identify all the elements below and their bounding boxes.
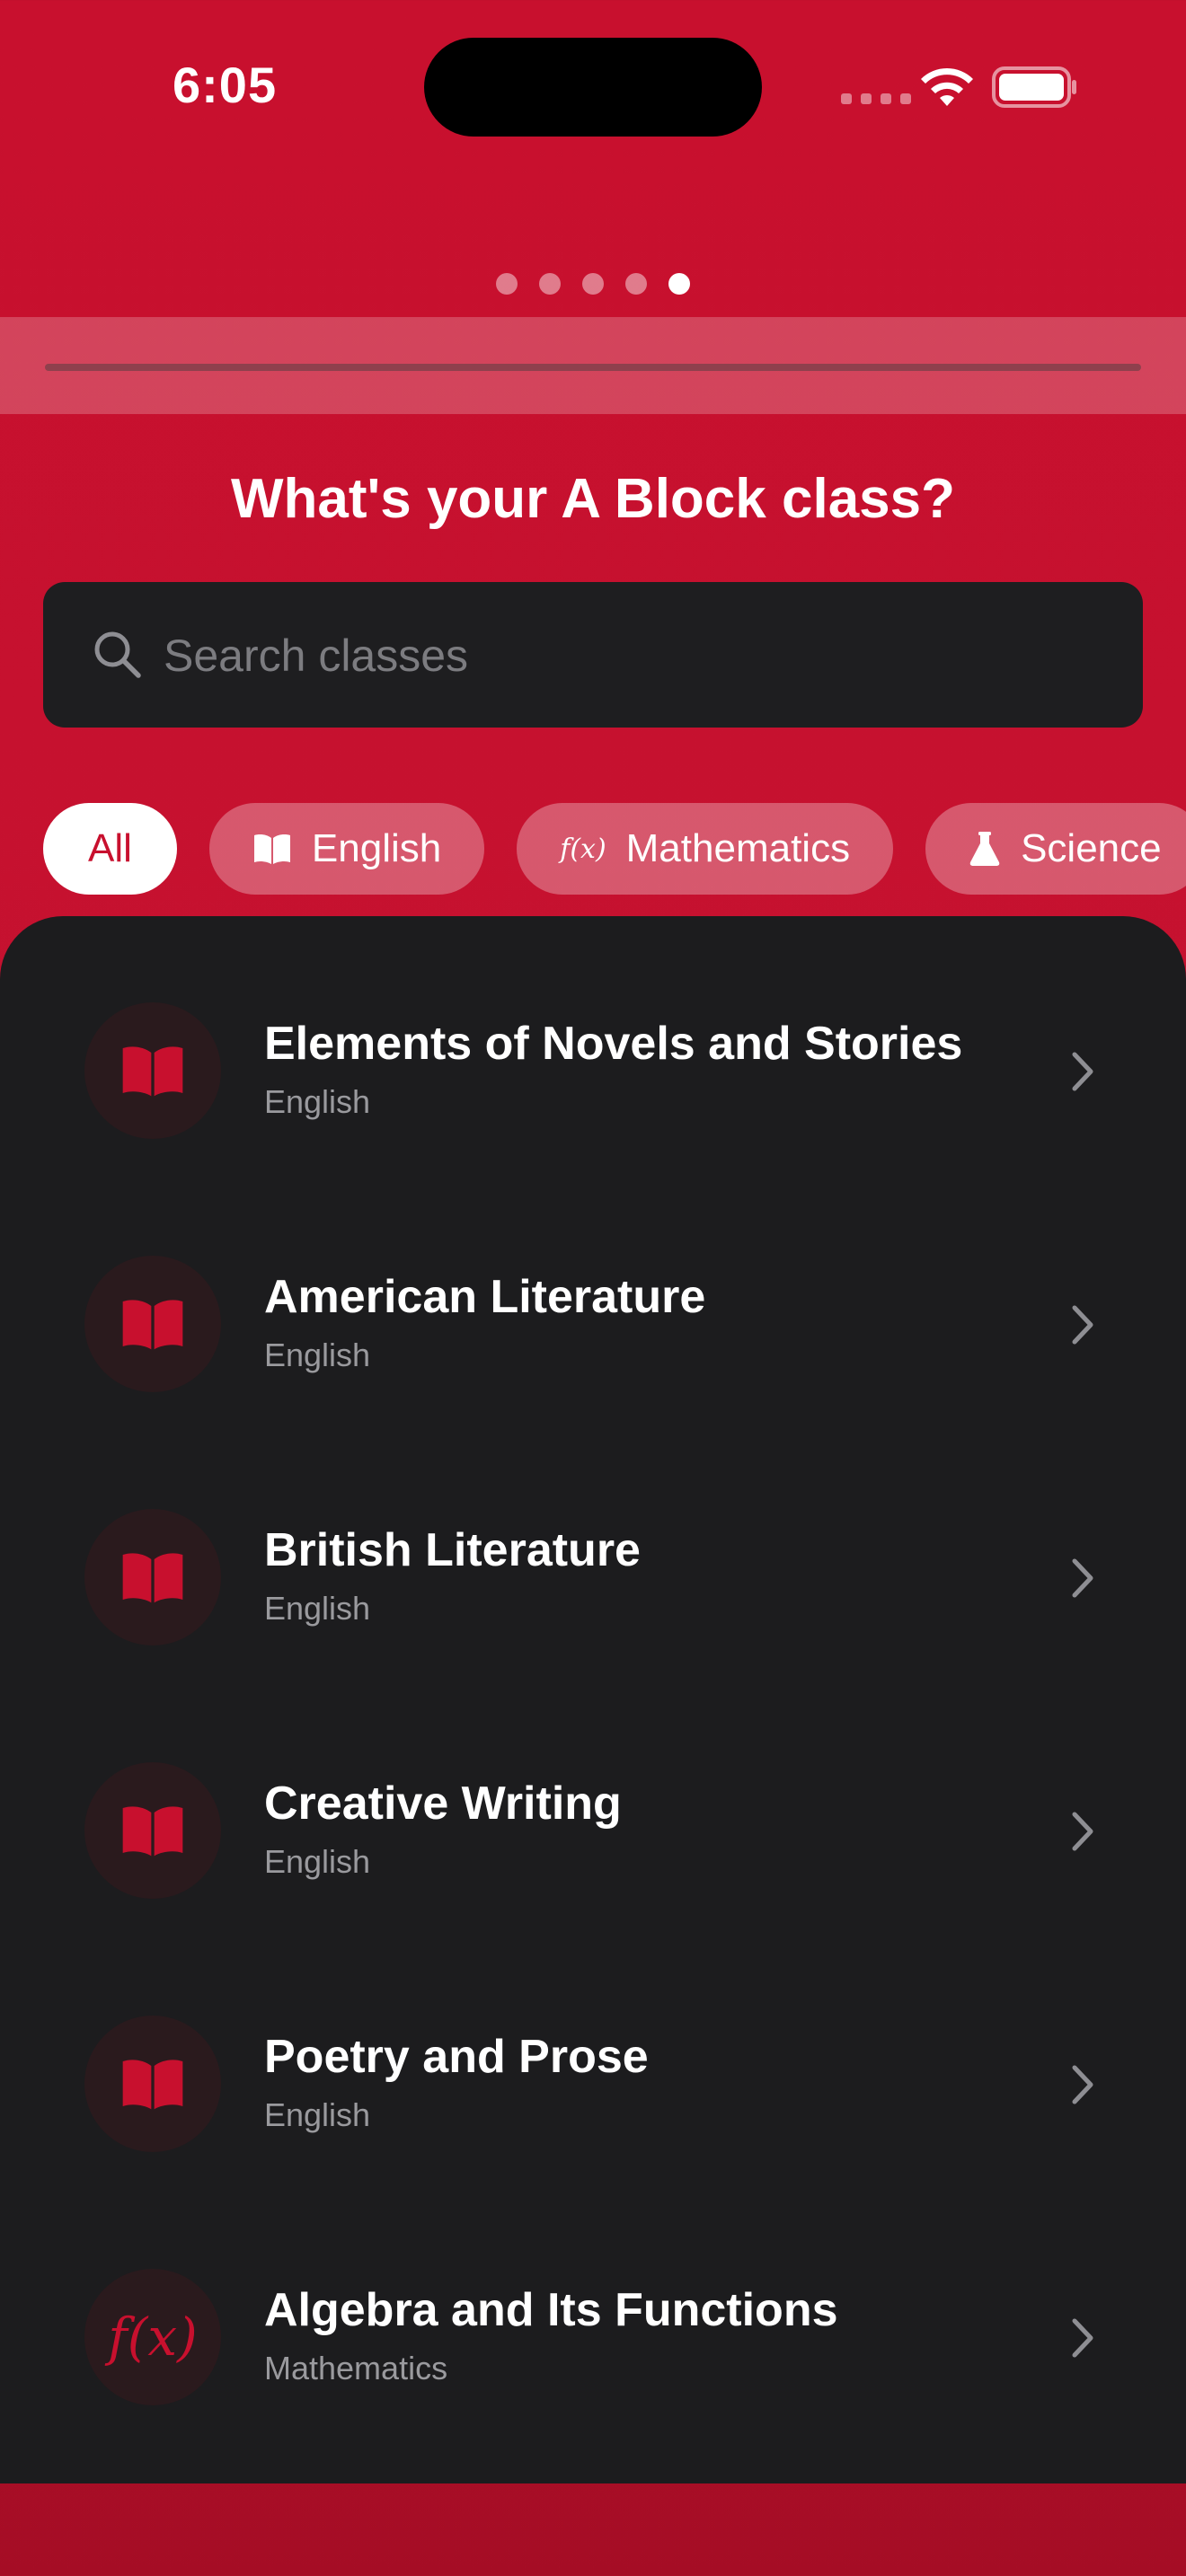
progress-track xyxy=(45,364,1141,371)
filter-chip-science[interactable]: Science xyxy=(925,803,1186,895)
search-input[interactable] xyxy=(162,582,1100,729)
book-icon xyxy=(84,1002,221,1139)
class-subject: English xyxy=(264,1843,371,1880)
wifi-icon xyxy=(921,67,973,106)
filter-chip-label: English xyxy=(311,826,442,870)
search-bar[interactable] xyxy=(43,582,1143,729)
class-title: American Literature xyxy=(264,1271,706,1323)
function-icon: f(x) xyxy=(560,833,606,865)
page-dot xyxy=(582,273,604,295)
class-list: Elements of Novels and Stories English A… xyxy=(0,916,1186,2483)
battery-icon xyxy=(992,66,1076,108)
page-dot-active xyxy=(668,273,690,295)
class-title: Elements of Novels and Stories xyxy=(264,1018,963,1070)
chevron-right-icon xyxy=(1072,1812,1093,1851)
flask-icon xyxy=(969,831,1001,867)
page-title: What's your A Block class? xyxy=(230,468,956,530)
class-title: Algebra and Its Functions xyxy=(264,2284,838,2336)
class-subject: English xyxy=(264,1590,371,1627)
book-icon xyxy=(84,1256,221,1392)
page-dot xyxy=(496,273,518,295)
chevron-right-icon xyxy=(1072,1558,1093,1598)
filter-chip-label: Mathematics xyxy=(625,826,851,870)
status-bar: 6:05 xyxy=(0,0,1186,180)
page-dot xyxy=(625,273,647,295)
class-row[interactable]: British Literature English xyxy=(0,1423,1186,1676)
book-icon xyxy=(252,833,292,865)
class-row[interactable]: American Literature English xyxy=(0,1169,1186,1423)
book-icon xyxy=(84,1762,221,1899)
chevron-right-icon xyxy=(1072,1305,1093,1345)
class-subject: English xyxy=(264,1083,371,1120)
chevron-right-icon xyxy=(1072,2318,1093,2358)
function-icon: f(x) xyxy=(84,2269,221,2405)
class-row[interactable]: f(x) Algebra and Its Functions Mathemati… xyxy=(0,2183,1186,2436)
chevron-right-icon xyxy=(1072,2065,1093,2104)
cellular-signal-icon xyxy=(841,93,911,104)
subject-filter-chips: All English f(x) Mathematics Science xyxy=(43,803,1186,895)
search-icon xyxy=(94,631,141,678)
class-subject: English xyxy=(264,2096,371,2133)
filter-chip-label: Science xyxy=(1021,826,1162,870)
dynamic-island xyxy=(424,38,762,137)
class-title: Creative Writing xyxy=(264,1778,622,1830)
filter-chip-english[interactable]: English xyxy=(208,803,485,895)
filter-chip-label: All xyxy=(88,826,132,870)
page-indicator xyxy=(0,273,1186,295)
book-icon xyxy=(84,1509,221,1645)
class-row[interactable]: Creative Writing English xyxy=(0,1676,1186,1929)
status-time: 6:05 xyxy=(173,57,278,113)
class-row[interactable]: Elements of Novels and Stories English xyxy=(0,916,1186,1169)
filter-chip-all[interactable]: All xyxy=(43,803,177,895)
class-title: British Literature xyxy=(264,1524,641,1576)
page-dot xyxy=(539,273,561,295)
filter-chip-mathematics[interactable]: f(x) Mathematics xyxy=(517,803,894,895)
class-title: Poetry and Prose xyxy=(264,2031,649,2083)
progress-band xyxy=(0,317,1186,414)
class-subject: English xyxy=(264,1337,371,1373)
class-row[interactable]: Poetry and Prose English xyxy=(0,1929,1186,2183)
class-subject: Mathematics xyxy=(264,2350,448,2386)
chevron-right-icon xyxy=(1072,1052,1093,1091)
book-icon xyxy=(84,2016,221,2152)
function-icon-glyph: f(x) xyxy=(108,2307,198,2368)
